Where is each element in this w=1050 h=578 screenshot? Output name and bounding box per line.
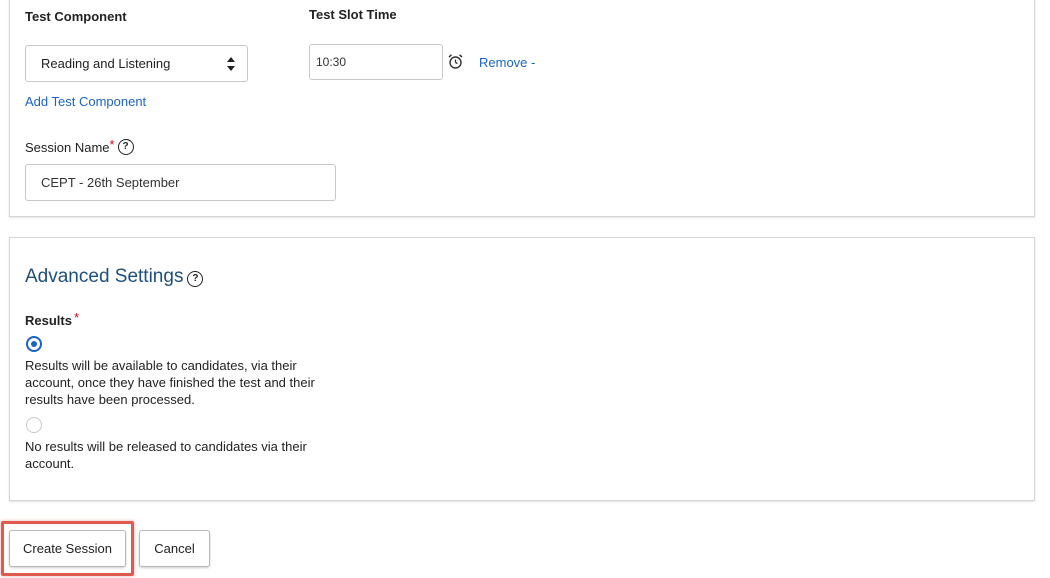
add-test-component-link[interactable]: Add Test Component — [25, 94, 146, 109]
updown-arrows-icon — [227, 57, 235, 71]
no-results-text: No results will be released to candidate… — [25, 439, 307, 471]
results-label-row: Results * — [25, 310, 80, 328]
no-results-radio[interactable] — [26, 417, 42, 433]
results-label: Results — [25, 313, 72, 328]
remove-slot-link[interactable]: Remove - — [479, 55, 535, 70]
results-available-text: Results will be available to candidates,… — [25, 358, 315, 407]
results-available-radio[interactable] — [26, 336, 42, 352]
session-details-panel: Test Component Test Slot Time Reading an… — [9, 0, 1035, 217]
advanced-settings-panel: Advanced Settings ? Results * Results wil… — [9, 237, 1035, 501]
advanced-settings-title: Advanced Settings — [25, 266, 184, 287]
test-component-label: Test Component — [25, 9, 127, 24]
help-icon[interactable]: ? — [187, 270, 204, 287]
required-mark: * — [73, 310, 80, 325]
test-slot-time-label: Test Slot Time — [309, 7, 397, 22]
test-component-select[interactable]: Reading and Listening — [25, 45, 248, 82]
alarm-clock-icon[interactable] — [447, 53, 464, 70]
cancel-button[interactable]: Cancel — [139, 530, 210, 567]
advanced-settings-heading: Advanced Settings ? — [25, 266, 204, 288]
required-mark: * — [109, 136, 115, 152]
session-name-label-row: Session Name * ? — [25, 136, 134, 155]
test-component-selected-value: Reading and Listening — [41, 56, 171, 71]
create-session-button[interactable]: Create Session — [9, 530, 126, 567]
session-name-label: Session Name — [25, 139, 110, 155]
slot-time-value: 10:30 — [316, 55, 347, 69]
help-icon[interactable]: ? — [117, 139, 134, 155]
session-name-input[interactable]: CEPT - 26th September — [25, 164, 336, 201]
slot-time-input[interactable]: 10:30 — [309, 44, 443, 80]
session-name-value: CEPT - 26th September — [41, 175, 180, 190]
